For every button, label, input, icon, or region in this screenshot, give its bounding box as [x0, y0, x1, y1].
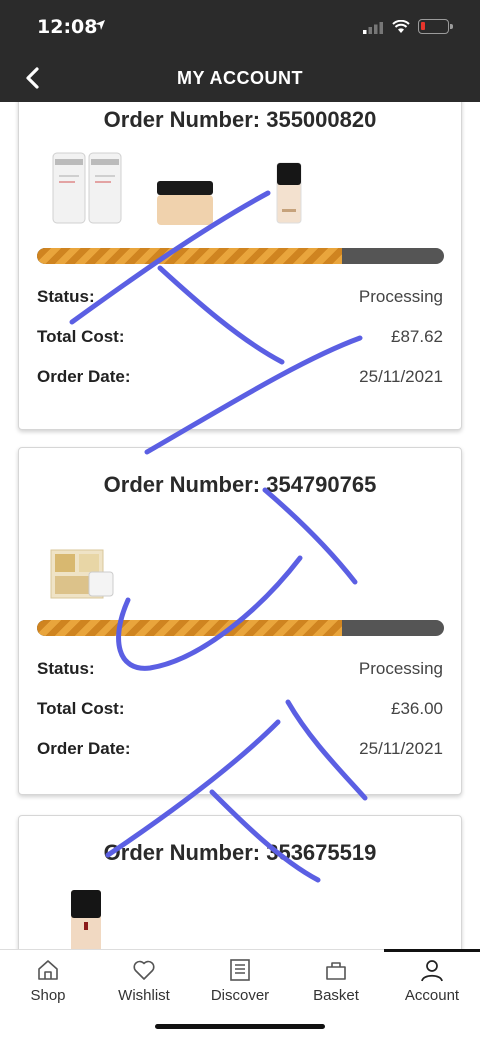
total-cost-label: Total Cost: [37, 327, 125, 346]
product-thumbnails [71, 890, 101, 949]
heart-icon [133, 960, 155, 980]
gift-set-box-image [50, 549, 114, 599]
status-row: Status: Processing [37, 659, 443, 681]
status-value: Processing [358, 287, 443, 306]
status-row: Status: Processing [37, 287, 443, 309]
face-powder-jar-image [157, 181, 213, 225]
home-indicator [155, 1024, 325, 1029]
user-icon [421, 960, 443, 982]
status-time: 12:08 [37, 16, 98, 38]
total-cost-value: £36.00 [391, 699, 443, 718]
shampoo-bottle-image [88, 152, 122, 224]
shampoo-bottle-image [52, 152, 86, 224]
total-cost-row: Total Cost: £36.00 [37, 699, 443, 721]
tab-label: Wishlist [118, 987, 170, 1004]
order-progress-bar [37, 620, 444, 636]
tab-shop[interactable]: Shop [0, 950, 96, 1010]
order-card[interactable]: Order Number: 355000820 Status: Processi… [18, 102, 462, 430]
order-card[interactable]: Order Number: 354790765 Status: Processi… [18, 447, 462, 795]
home-icon [38, 960, 58, 980]
product-thumbnails [50, 549, 114, 599]
wifi-icon [392, 20, 410, 33]
tab-wishlist[interactable]: Wishlist [96, 950, 192, 1010]
page-title: MY ACCOUNT [177, 68, 303, 88]
status-bar: 12:08 [0, 0, 480, 56]
tab-label: Basket [313, 987, 359, 1004]
basket-icon [326, 962, 346, 980]
status-value: Processing [358, 659, 443, 678]
product-thumbnails [52, 152, 302, 225]
total-cost-row: Total Cost: £87.62 [37, 327, 443, 349]
order-number: Order Number: 355000820 [103, 107, 377, 132]
tab-basket[interactable]: Basket [288, 950, 384, 1010]
order-number: Order Number: 353675519 [103, 840, 377, 865]
order-date-row: Order Date: 25/11/2021 [37, 739, 443, 761]
foundation-bottle-image [276, 162, 302, 224]
tab-label: Discover [210, 987, 270, 1004]
total-cost-label: Total Cost: [37, 699, 125, 718]
order-card[interactable]: Order Number: 353675519 [18, 815, 462, 949]
status-label: Status: [37, 659, 95, 678]
orders-list[interactable]: Order Number: 355000820 Status: Processi… [0, 102, 480, 949]
progress-fill [37, 248, 343, 264]
order-date-row: Order Date: 25/11/2021 [37, 367, 443, 389]
foundation-bottle-image [71, 890, 101, 949]
order-date-value: 25/11/2021 [359, 367, 443, 386]
order-progress-bar [37, 248, 444, 264]
tab-label: Account [404, 987, 460, 1004]
order-date-label: Order Date: [37, 367, 131, 386]
order-date-label: Order Date: [37, 739, 131, 758]
tab-discover[interactable]: Discover [192, 950, 288, 1010]
tab-label: Shop [30, 987, 66, 1004]
tab-account[interactable]: Account [384, 949, 480, 1010]
battery-icon [418, 19, 453, 34]
status-label: Status: [37, 287, 95, 306]
total-cost-value: £87.62 [391, 327, 443, 346]
location-arrow-icon [95, 20, 105, 30]
order-number: Order Number: 354790765 [103, 472, 377, 497]
progress-fill [37, 620, 343, 636]
cellular-signal-icon [363, 22, 383, 34]
nav-bar: MY ACCOUNT [0, 56, 480, 102]
document-icon [230, 959, 250, 981]
order-date-value: 25/11/2021 [359, 739, 443, 758]
